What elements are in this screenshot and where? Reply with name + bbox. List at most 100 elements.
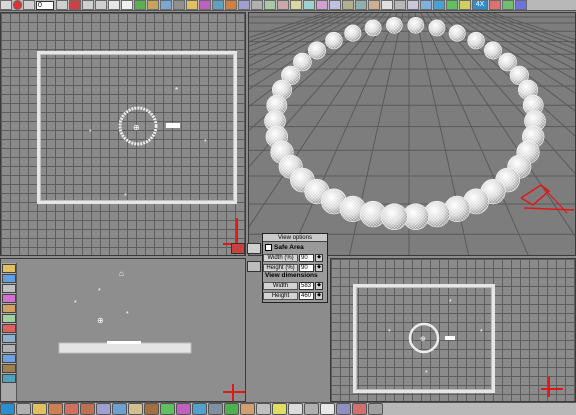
width-pct-row: Width (%) 90 ◆ bbox=[263, 253, 327, 262]
list-icon[interactable] bbox=[121, 0, 133, 10]
grid-toggle-icon[interactable] bbox=[134, 0, 146, 10]
light-marker-icon: * bbox=[480, 329, 483, 336]
light-bulb-icon[interactable] bbox=[32, 403, 47, 415]
star-icon[interactable] bbox=[272, 403, 287, 415]
boolean-icon[interactable] bbox=[355, 0, 367, 10]
null-icon[interactable] bbox=[394, 0, 406, 10]
particle-icon[interactable] bbox=[368, 0, 380, 10]
donut-icon[interactable] bbox=[80, 403, 95, 415]
camera-select-button[interactable] bbox=[247, 243, 261, 254]
pearl-necklace bbox=[264, 17, 546, 230]
fog-icon[interactable] bbox=[407, 0, 419, 10]
record-button[interactable] bbox=[13, 0, 22, 10]
floor-grid-line bbox=[249, 13, 362, 77]
top-view-viewport[interactable]: ⊕ * * * * bbox=[0, 12, 246, 256]
spline-icon[interactable] bbox=[316, 0, 328, 10]
height-pct-spinner[interactable]: ◆ bbox=[315, 263, 323, 272]
height-pct-input[interactable]: 90 bbox=[299, 263, 314, 272]
hose-icon[interactable] bbox=[160, 403, 175, 415]
rewind-button[interactable] bbox=[23, 0, 35, 10]
camera-gizmo-icon bbox=[520, 184, 575, 214]
bone-icon[interactable] bbox=[381, 0, 393, 10]
camera-marker-icon bbox=[166, 123, 180, 128]
width-spinner[interactable]: ◆ bbox=[315, 281, 323, 290]
camera-icon[interactable] bbox=[173, 0, 185, 10]
clasp-marker-icon bbox=[107, 341, 141, 344]
light-marker-icon: * bbox=[449, 299, 452, 306]
head-icon[interactable] bbox=[240, 403, 255, 415]
render-icon[interactable] bbox=[433, 0, 445, 10]
arrow-cursor-icon[interactable] bbox=[288, 403, 303, 415]
width-label: Width bbox=[263, 281, 298, 290]
group-icon[interactable] bbox=[342, 0, 354, 10]
mountain-icon[interactable] bbox=[208, 403, 223, 415]
safe-area-checkbox[interactable] bbox=[265, 244, 272, 251]
wrench-icon[interactable] bbox=[304, 403, 319, 415]
cylinder-object-icon[interactable] bbox=[128, 403, 143, 415]
front-view-viewport[interactable]: ⊕ * * * * bbox=[330, 258, 576, 402]
height-input[interactable]: 460 bbox=[299, 291, 314, 300]
stop-button[interactable] bbox=[0, 0, 12, 10]
side-view-scene: ⌂ * * ⊕ * bbox=[58, 269, 245, 401]
twist-icon[interactable] bbox=[144, 403, 159, 415]
preview-icon[interactable] bbox=[446, 0, 458, 10]
side-view-viewport[interactable]: ⌂ * * ⊕ * bbox=[0, 258, 246, 402]
sphere-object-icon[interactable] bbox=[64, 403, 79, 415]
light-icon[interactable] bbox=[186, 0, 198, 10]
deform-icon[interactable] bbox=[225, 0, 237, 10]
height-label: Height bbox=[263, 291, 298, 300]
width-pct-spinner[interactable]: ◆ bbox=[315, 253, 323, 262]
sky-icon[interactable] bbox=[420, 0, 432, 10]
primitive-icon[interactable] bbox=[16, 403, 31, 415]
zoom-4x-button[interactable]: 4X bbox=[472, 0, 488, 10]
gem-icon[interactable] bbox=[176, 403, 191, 415]
color-palette-icon[interactable] bbox=[489, 0, 501, 10]
file-icon[interactable] bbox=[320, 403, 335, 415]
step-forward-button[interactable] bbox=[82, 0, 94, 10]
timeline-icon[interactable] bbox=[108, 0, 120, 10]
crystal-icon[interactable] bbox=[96, 403, 111, 415]
wand-icon[interactable] bbox=[459, 0, 471, 10]
terrain-icon[interactable] bbox=[147, 0, 159, 10]
palette-icon[interactable] bbox=[48, 403, 63, 415]
width-pct-input[interactable]: 90 bbox=[299, 253, 314, 262]
light-marker-icon: * bbox=[124, 193, 127, 200]
floor-grid-line bbox=[249, 13, 350, 59]
frame-field[interactable]: 0 bbox=[36, 0, 54, 10]
torus-icon[interactable] bbox=[290, 0, 302, 10]
axis-gizmo-icon bbox=[541, 377, 563, 397]
mesh-icon[interactable] bbox=[160, 0, 172, 10]
cylinder-icon[interactable] bbox=[264, 0, 276, 10]
cube-icon[interactable] bbox=[251, 0, 263, 10]
plane-icon[interactable] bbox=[303, 0, 315, 10]
shop-icon[interactable] bbox=[352, 403, 367, 415]
settings-icon[interactable] bbox=[368, 403, 383, 415]
figure-icon[interactable] bbox=[256, 403, 271, 415]
object-wizard-icon[interactable] bbox=[0, 403, 15, 415]
help-icon[interactable] bbox=[515, 0, 527, 10]
text-tool-icon[interactable] bbox=[329, 0, 341, 10]
sphere-icon[interactable] bbox=[238, 0, 250, 10]
link-icon[interactable] bbox=[247, 261, 261, 272]
step-back-button[interactable] bbox=[56, 0, 68, 10]
height-spinner[interactable]: ◆ bbox=[315, 291, 323, 300]
drop-icon[interactable] bbox=[192, 403, 207, 415]
viewport-layout-button[interactable] bbox=[231, 243, 245, 254]
play-button[interactable] bbox=[69, 0, 81, 10]
cone-icon[interactable] bbox=[277, 0, 289, 10]
height-pct-label: Height (%) bbox=[263, 263, 298, 272]
perspective-viewport[interactable] bbox=[248, 12, 576, 256]
material-icon[interactable] bbox=[199, 0, 211, 10]
height-row: Height 460 ◆ bbox=[263, 291, 327, 300]
pearl-bead-wireframe bbox=[344, 24, 361, 42]
camera-marker-icon bbox=[445, 336, 455, 340]
light-marker-icon: * bbox=[89, 129, 92, 136]
save-icon[interactable] bbox=[336, 403, 351, 415]
tree-icon[interactable] bbox=[224, 403, 239, 415]
ring-icon[interactable] bbox=[112, 403, 127, 415]
texture-icon[interactable] bbox=[212, 0, 224, 10]
width-input[interactable]: 583 bbox=[299, 281, 314, 290]
end-button[interactable] bbox=[95, 0, 107, 10]
options-icon[interactable] bbox=[502, 0, 514, 10]
pearl-bead-wireframe bbox=[467, 32, 485, 49]
